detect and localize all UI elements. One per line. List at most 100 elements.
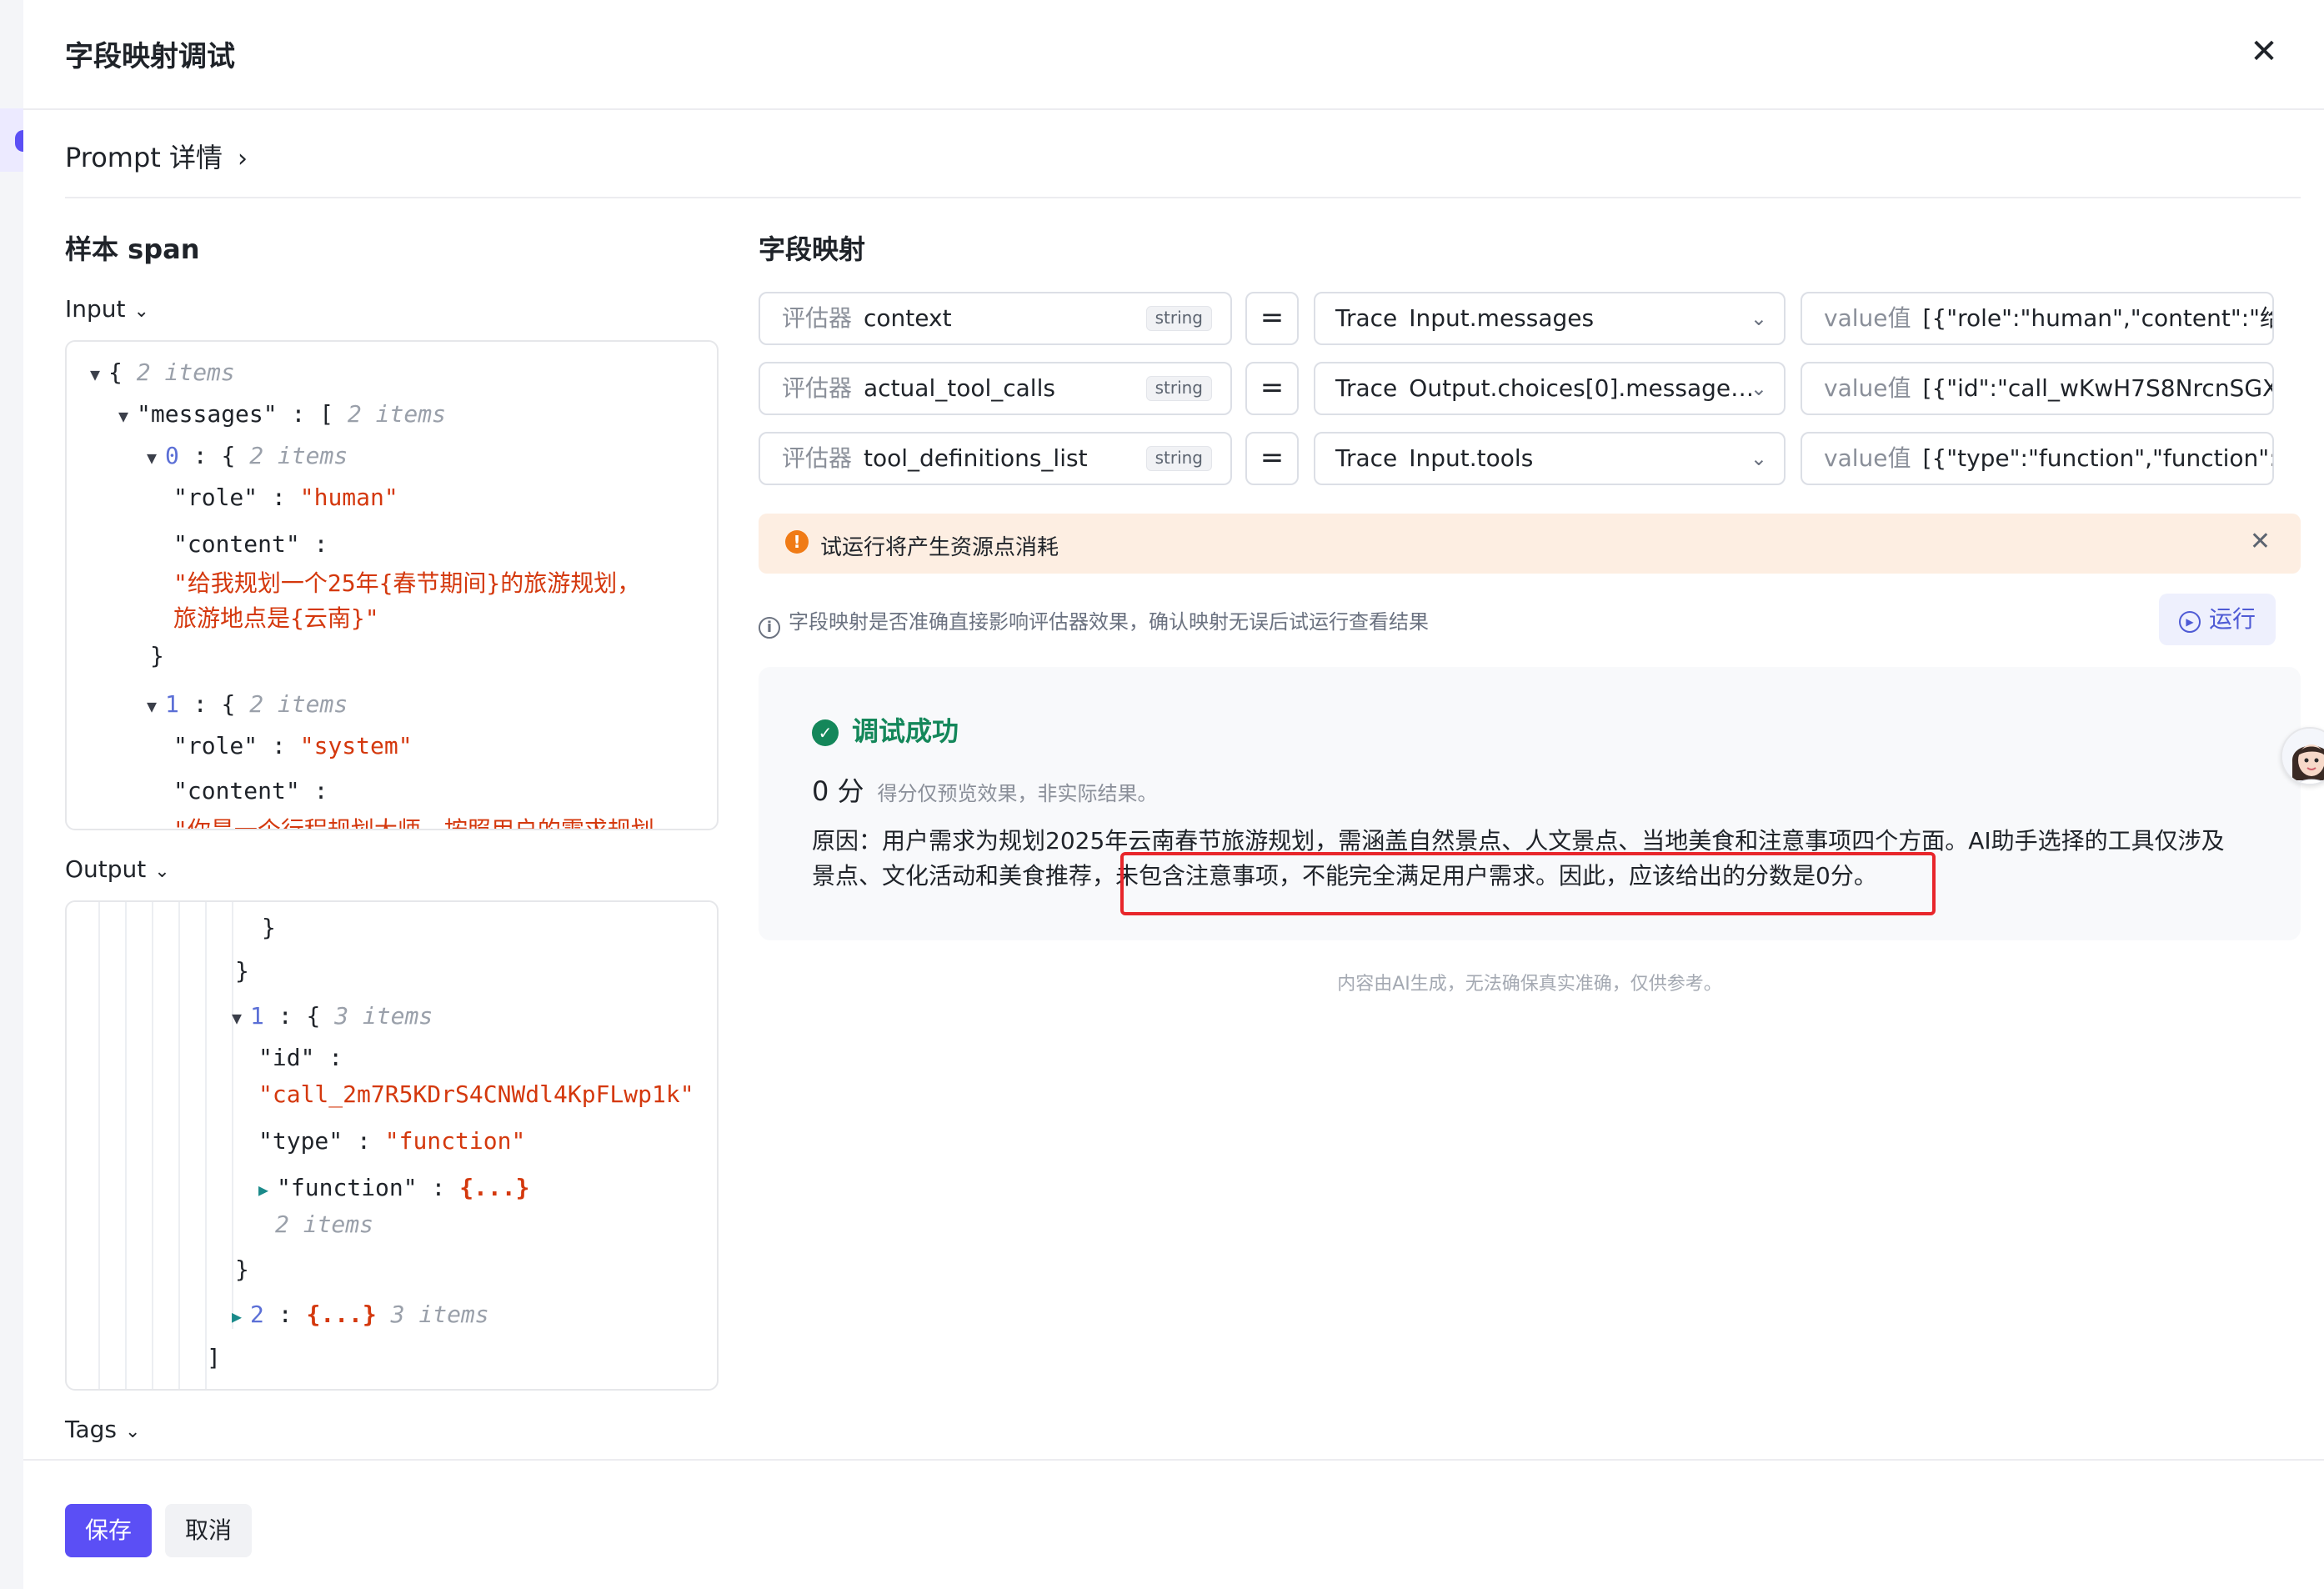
ai-disclaimer: 内容由AI生成，无法确保真实准确，仅供参考。 [1337, 974, 1722, 995]
input-toggle[interactable]: Input ⌄ [65, 295, 149, 323]
evaluator-field-box: 评估器 tool_definitions_list string [759, 432, 1232, 485]
type-badge: string [1145, 306, 1212, 331]
json-function-line: ▶ "function" : {...} [258, 1174, 530, 1201]
json-content-key-line: "content" : [173, 777, 328, 805]
chevron-right-icon: › [237, 144, 248, 173]
json-item0-line: ▼ 0 : { 2 items [147, 442, 348, 469]
expand-caret-icon[interactable]: ▼ [232, 1008, 242, 1028]
json-key: "type" [258, 1127, 343, 1155]
save-button[interactable]: 保存 [65, 1504, 152, 1557]
tags-toggle[interactable]: Tags ⌄ [65, 1416, 140, 1443]
indent-guide [232, 902, 233, 1329]
value-label: value值 [1824, 304, 1911, 332]
output-json-viewer[interactable]: } } ▼ 1 : { 3 items "id" : "call_2m7R5KDr… [65, 900, 719, 1391]
expand-caret-icon[interactable]: ▶ [258, 1180, 268, 1200]
json-string-value: 旅游地点是{云南}" [173, 604, 379, 632]
warning-icon: ! [785, 530, 809, 554]
json-string-value: "human" [299, 484, 398, 511]
output-toggle[interactable]: Output ⌄ [65, 855, 170, 883]
json-content-key-line: "content" : [173, 530, 328, 558]
value-preview: [{"id":"call_wKwH7S8NrcnSGX… [1922, 374, 2274, 402]
item-count: 3 items [390, 1301, 489, 1328]
expand-caret-icon[interactable]: ▼ [147, 448, 157, 468]
value-preview-box: value值 [{"id":"call_wKwH7S8NrcnSGX… [1801, 362, 2274, 415]
trace-path-select[interactable]: Trace Output.choices[0].message… ⌄ [1314, 362, 1786, 415]
evaluator-label: 评估器 [782, 304, 853, 332]
trace-label: Trace [1335, 444, 1398, 472]
json-collapsed-object[interactable]: {...} [306, 1301, 376, 1328]
expand-caret-icon[interactable]: ▼ [90, 364, 100, 384]
trace-path-select[interactable]: Trace Input.tools ⌄ [1314, 432, 1786, 485]
json-string-value: "system" [299, 732, 413, 759]
expand-caret-icon[interactable]: ▼ [118, 406, 128, 426]
debug-status-text: 调试成功 [852, 715, 959, 747]
trace-path: Input.tools [1409, 444, 1534, 472]
trace-path: Input.messages [1409, 304, 1595, 332]
divider [65, 197, 2301, 198]
json-index: 2 [250, 1301, 264, 1328]
mapping-row-actual-tool-calls: 评估器 actual_tool_calls string = Trace Outpu… [759, 362, 2301, 415]
input-label: Input [65, 295, 126, 323]
close-icon[interactable]: ✕ [2250, 527, 2271, 556]
json-item1-line: ▼ 1 : { 2 items [147, 690, 348, 718]
evaluator-field-name: context [864, 304, 952, 332]
item-count: 3 items [334, 1002, 433, 1030]
expand-caret-icon[interactable]: ▼ [147, 696, 157, 716]
json-key: "role" [173, 732, 258, 759]
json-key: "content" [173, 530, 300, 558]
json-collapsed-object[interactable]: {...} [459, 1174, 529, 1201]
chevron-down-icon: ⌄ [133, 301, 149, 322]
chevron-down-icon: ⌄ [125, 1421, 141, 1442]
json-id-value-line: "call_2m7R5KDrS4CNWdl4KpFLwp1k" [258, 1080, 694, 1108]
indent-guide [125, 902, 127, 1389]
value-preview-box: value值 [{"type":"function","function":{"… [1801, 432, 2274, 485]
value-preview: [{"type":"function","function":{"… [1922, 444, 2272, 472]
item-count: 2 items [249, 690, 348, 718]
value-preview-box: value值 [{"role":"human","content":"给… [1801, 292, 2274, 345]
json-index: 1 [165, 690, 179, 718]
chevron-down-icon: ⌄ [1750, 307, 1767, 330]
json-close-bracket: ] [207, 1344, 221, 1371]
modal-footer: 保存 取消 [23, 1459, 2324, 1589]
item-count: 2 items [275, 1211, 374, 1238]
json-key: "messages" [137, 400, 278, 428]
field-mapping-title: 字段映射 [759, 233, 866, 265]
debug-status: ✓ 调试成功 [812, 710, 959, 749]
modal-title: 字段映射调试 [65, 40, 235, 73]
json-id-key-line: "id" : [258, 1044, 343, 1071]
equals-icon: = [1245, 362, 1299, 415]
evaluator-label: 评估器 [782, 444, 853, 472]
json-close-brace: } [235, 1256, 249, 1283]
json-string-value: "给我规划一个25年{春节期间}的旅游规划， [173, 569, 641, 597]
mapping-info-note: i 字段映射是否准确直接影响评估器效果，确认映射无误后试运行查看结果 [759, 605, 1429, 639]
json-content-value-line: 旅游地点是{云南}" [173, 600, 379, 634]
json-close-brace: } [150, 642, 164, 669]
item-count: 2 items [249, 442, 348, 469]
json-key: "id" [258, 1044, 315, 1071]
prompt-detail-link[interactable]: Prompt 详情 › [65, 137, 248, 175]
expand-caret-icon[interactable]: ▶ [232, 1306, 242, 1326]
json-index: 0 [165, 442, 179, 469]
json-type-line: "type" : "function" [258, 1127, 526, 1155]
input-json-viewer[interactable]: ▼{ 2 items ▼ "messages" : [ 2 items ▼ 0 : … [65, 340, 719, 830]
json-content-value-line: "给我规划一个25年{春节期间}的旅游规划， [173, 565, 640, 599]
run-label: 运行 [2208, 605, 2256, 633]
json-messages-line: ▼ "messages" : [ 2 items [118, 400, 446, 428]
json-string-value: "call_2m7R5KDrS4CNWdl4KpFLwp1k" [258, 1080, 694, 1108]
cancel-button[interactable]: 取消 [165, 1504, 252, 1557]
evaluator-field-box: 评估器 context string [759, 292, 1232, 345]
evaluator-label: 评估器 [782, 374, 853, 402]
json-close-brace: } [262, 914, 276, 941]
indent-guide [205, 902, 207, 1389]
score-value: 0 分 [812, 775, 864, 807]
run-button[interactable]: ▶ 运行 [2159, 594, 2276, 645]
json-close-brace: } [235, 957, 249, 985]
tags-label: Tags [65, 1416, 117, 1443]
evaluator-field-box: 评估器 actual_tool_calls string [759, 362, 1232, 415]
prompt-detail-label: Prompt 详情 [65, 142, 223, 173]
close-icon[interactable]: ✕ [2242, 30, 2286, 73]
avatar-icon [2282, 729, 2324, 784]
trace-path-select[interactable]: Trace Input.messages ⌄ [1314, 292, 1786, 345]
evaluator-field-name: actual_tool_calls [864, 374, 1055, 402]
value-label: value值 [1824, 444, 1911, 472]
